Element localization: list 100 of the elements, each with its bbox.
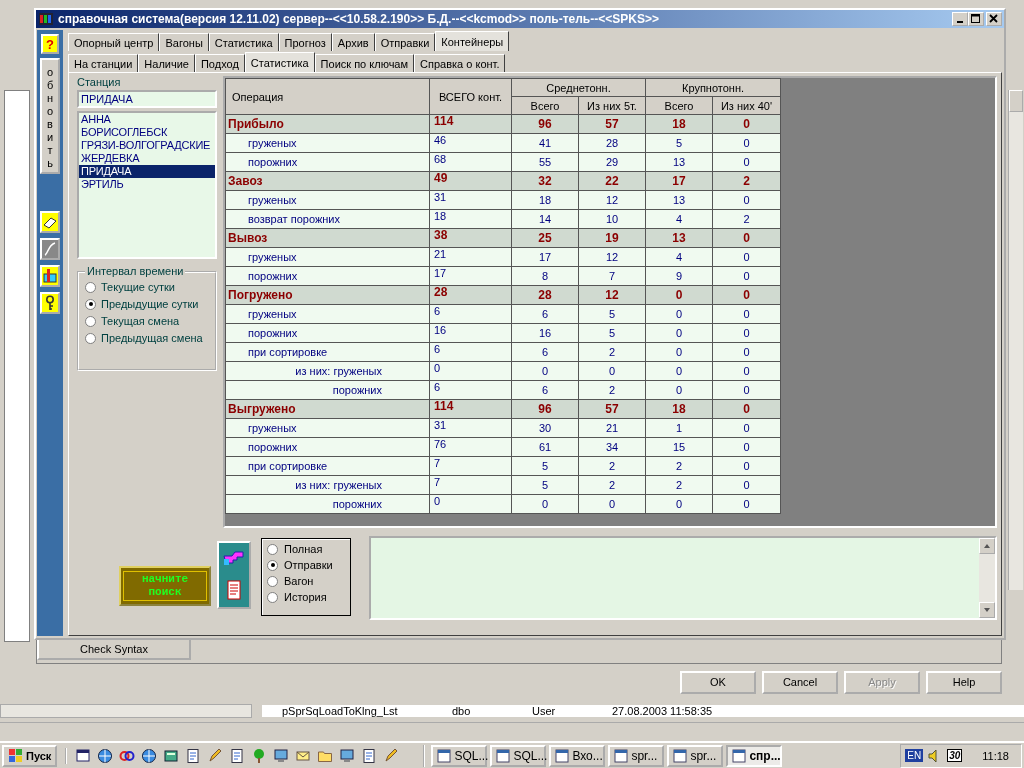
radio-button[interactable] (267, 575, 278, 587)
window-icon (731, 747, 748, 764)
window-icon (672, 747, 689, 764)
dialog-button[interactable]: Help (926, 670, 1002, 694)
tab[interactable]: Контейнеры (435, 31, 510, 51)
refresh-button[interactable]: обновить (40, 58, 60, 174)
document-icon[interactable] (361, 747, 378, 764)
window-icon (495, 747, 512, 764)
list-cell-text: pSprSqLoadToKlng_Lst (282, 704, 399, 717)
scrollbar[interactable] (1008, 90, 1023, 590)
tab[interactable]: Вагоны (159, 33, 209, 51)
dialog-button[interactable]: OK (680, 670, 756, 694)
tab[interactable]: Прогноз (278, 33, 332, 51)
document-icon[interactable] (185, 747, 202, 764)
tab[interactable]: Справка о конт. (414, 54, 506, 72)
list-cell: 27.08.2003 11:58:35 (612, 704, 713, 717)
radio-label: Предыдущие сутки (101, 298, 199, 310)
scroll-icon[interactable] (225, 578, 243, 601)
radio-label: История (284, 591, 327, 603)
check-syntax-button[interactable]: Check Syntax (37, 638, 191, 661)
list-item[interactable]: ЖЕРДЕВКА (79, 152, 215, 165)
column-header: Крупнотонн. (645, 78, 781, 97)
document-icon[interactable] (229, 747, 246, 764)
radio-button[interactable] (267, 543, 278, 555)
window-icon (613, 747, 630, 764)
taskbar-button[interactable]: Вхо... (549, 744, 606, 767)
taskbar-button[interactable]: SQL... (490, 744, 547, 767)
radio-label: Полная (284, 543, 323, 555)
scrollbar[interactable] (979, 538, 995, 618)
globe-icon[interactable] (141, 747, 158, 764)
calendar-icon[interactable]: 30 (947, 749, 963, 763)
radio-label: Текущая смена (101, 315, 180, 327)
close-icon (989, 14, 999, 24)
taskbar-button[interactable]: SQL... (431, 744, 488, 767)
help-button[interactable]: ? (41, 34, 59, 54)
window-icon (554, 747, 571, 764)
list-item[interactable]: ЭРТИЛЬ (79, 178, 215, 191)
calculator-icon[interactable] (163, 747, 180, 764)
column-header: Операция (225, 78, 430, 115)
minimize-icon (957, 21, 963, 23)
stamp-tool-button[interactable] (40, 265, 60, 287)
window-title: справочная система(версия 12.11.02) сервер--<<10.58.2.190>> Б.Д.--<<kcmod>> поль-тель--<<SPKS>> (58, 12, 659, 26)
eraser-tool-button[interactable] (40, 211, 60, 233)
radio-label: Вагон (284, 575, 314, 587)
tab[interactable]: Опорный центр (68, 33, 160, 51)
group-title: Интервал времени (85, 265, 186, 277)
tab[interactable]: Подход (194, 54, 245, 72)
maximize-button[interactable] (968, 12, 984, 26)
tab[interactable]: Поиск по ключам (314, 54, 415, 72)
tab[interactable]: Статистика (208, 33, 279, 51)
list-item[interactable]: ГРЯЗИ-ВОЛГОГРАДСКИЕ (79, 139, 215, 152)
tab[interactable]: Статистика (244, 52, 315, 72)
column-header: Среднетонн. (511, 78, 646, 97)
taskbar-button[interactable]: spr... (608, 744, 665, 767)
maximize-icon (971, 14, 981, 24)
key-tool-button[interactable] (40, 292, 60, 314)
start-button[interactable]: Пуск (2, 744, 58, 767)
pointing-hand-icon[interactable] (223, 549, 245, 566)
monitor-icon[interactable] (273, 747, 290, 764)
app-icon (38, 11, 54, 27)
close-button[interactable] (986, 12, 1002, 26)
list-cell-text: dbo (452, 704, 472, 717)
scroll-up-arrow-icon[interactable] (979, 538, 995, 554)
taskbar-button[interactable]: спр... (726, 744, 783, 767)
taskbar-button[interactable]: spr... (667, 744, 724, 767)
minimize-button[interactable] (952, 12, 968, 26)
tab[interactable]: Наличие (138, 54, 195, 72)
column-header: ВСЕГО конт. (429, 78, 512, 115)
radio-button[interactable] (267, 591, 278, 603)
radio-button[interactable] (85, 298, 96, 310)
station-field[interactable]: ПРИДАЧА (77, 90, 217, 108)
list-item[interactable]: АННА (79, 113, 215, 126)
tab[interactable]: Отправки (374, 33, 436, 51)
monitor-icon[interactable] (339, 747, 356, 764)
language-indicator[interactable]: EN (905, 749, 924, 763)
globe-icon[interactable] (97, 747, 114, 764)
radio-button[interactable] (267, 559, 278, 571)
pencil-icon[interactable] (207, 747, 224, 764)
list-item[interactable]: ПРИДАЧА (79, 165, 215, 178)
dialog-button[interactable]: Cancel (762, 670, 838, 694)
scrollbar[interactable] (0, 703, 252, 718)
radio-button[interactable] (85, 332, 96, 344)
list-cell-text: User (532, 704, 557, 717)
radio-label: Предыдущая смена (101, 332, 203, 344)
tab[interactable]: На станции (68, 54, 139, 72)
scroll-down-arrow-icon[interactable] (979, 602, 995, 618)
field-label: Станция (77, 76, 122, 90)
pencil-icon[interactable] (383, 747, 400, 764)
clock: 11:18 (982, 749, 1009, 762)
tab[interactable]: Архив (331, 33, 375, 51)
window-icon[interactable] (75, 747, 92, 764)
radio-button[interactable] (85, 315, 96, 327)
curve-icon (42, 241, 58, 257)
flag-icon (8, 747, 24, 764)
radio-label: Отправки (284, 559, 333, 571)
list-item[interactable]: БОРИСОГЛЕБСК (79, 126, 215, 139)
radio-label: Текущие сутки (101, 281, 176, 293)
start-search-button[interactable]: начните поиск (119, 566, 211, 606)
radio-button[interactable] (85, 281, 96, 293)
window-icon (436, 747, 453, 764)
